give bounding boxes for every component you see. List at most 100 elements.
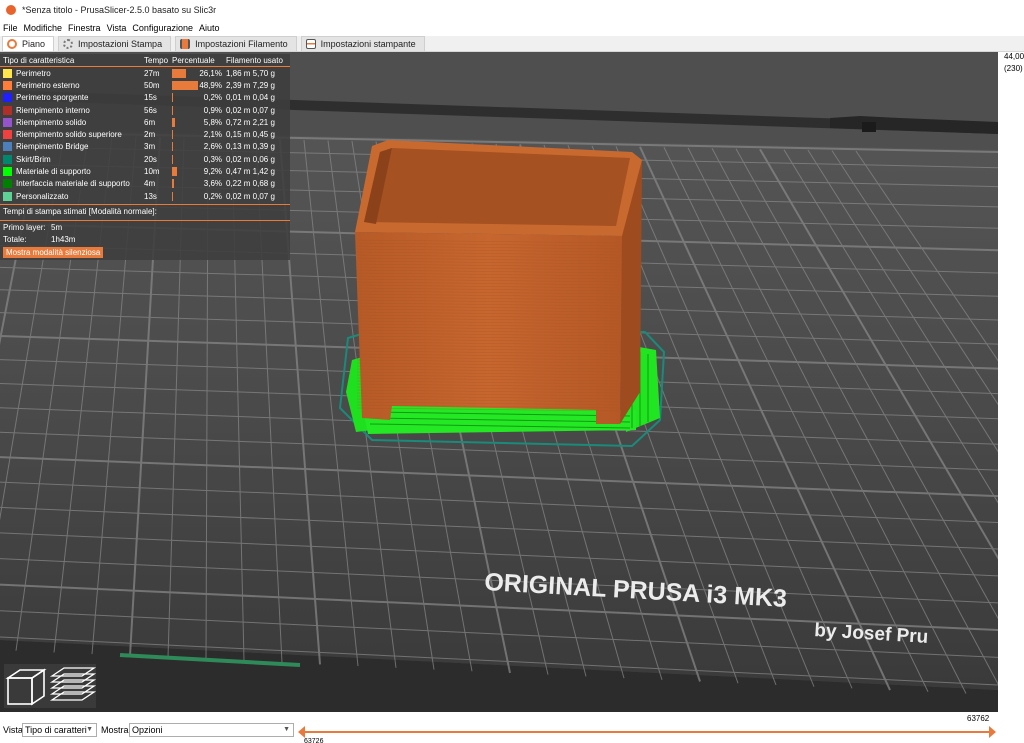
legend-percent-bar <box>172 130 173 140</box>
legend-header-type: Tipo di caratteristica <box>3 55 75 65</box>
legend-percent-bar <box>172 179 174 189</box>
slider-max-value: 63762 <box>967 714 990 723</box>
plater-icon <box>7 39 17 49</box>
feature-type-legend: Tipo di caratteristica Tempo Percentuale… <box>0 54 290 260</box>
tab-print-settings[interactable]: Impostazioni Stampa <box>58 36 172 51</box>
legend-row-percent-cell: 0,9% <box>172 105 224 115</box>
first-layer-time: Primo layer: 5m <box>0 221 290 233</box>
legend-row-time: 56s <box>144 105 157 115</box>
view-label: Vista <box>3 725 23 735</box>
legend-percent-bar-track <box>172 93 198 103</box>
tab-filament-settings-label: Impostazioni Filamento <box>195 39 288 49</box>
legend-row-label: Perimetro sporgente <box>16 93 89 103</box>
legend-row-label: Personalizzato <box>16 191 69 201</box>
legend-percent-bar-track <box>172 105 198 115</box>
legend-percent-bar <box>172 93 173 103</box>
show-label: Mostra <box>101 725 129 735</box>
menu-configuration[interactable]: Configurazione <box>132 23 193 33</box>
legend-row[interactable]: Interfaccia materiale di supporto 4m 3,6% 0… <box>0 178 290 190</box>
legend-row[interactable]: Skirt/Brim 20s 0,3% 0,02 m 0,06 g <box>0 153 290 165</box>
show-silent-mode-button[interactable]: Mostra modalità silenziosa <box>3 247 104 259</box>
move-slider-upper-thumb[interactable] <box>989 726 996 738</box>
menu-bar: File Modifiche Finestra Vista Configuraz… <box>0 20 1024 36</box>
legend-row-filament: 0,22 m 0,68 g <box>226 179 275 189</box>
legend-row-percent-cell: 0,2% <box>172 191 224 201</box>
legend-color-swatch <box>3 80 12 90</box>
legend-percent-bar <box>172 142 173 152</box>
menu-help[interactable]: Aiuto <box>199 23 220 33</box>
legend-row-time: 4m <box>144 179 156 189</box>
legend-row-type: Interfaccia materiale di supporto <box>0 179 144 189</box>
menu-window[interactable]: Finestra <box>68 23 101 33</box>
layer-slider-panel[interactable]: 44,00 (230) <box>998 52 1024 712</box>
menu-view[interactable]: Vista <box>107 23 127 33</box>
legend-row-percent-cell: 48,9% <box>172 80 224 90</box>
window-title: *Senza titolo - PrusaSlicer-2.5.0 basato… <box>22 5 217 15</box>
legend-row-label: Riempimento interno <box>16 105 90 115</box>
legend-header-percent: Percentuale <box>172 55 215 65</box>
legend-row[interactable]: Riempimento interno 56s 0,9% 0,02 m 0,07 g <box>0 104 290 116</box>
move-slider-track[interactable] <box>303 731 993 733</box>
layer-height-value: 44,00 <box>1004 52 1024 61</box>
legend-row-type: Riempimento interno <box>0 105 144 115</box>
bottom-toolbar: Vista Tipo di caratteri ▼ Mostra Opzioni… <box>0 712 1024 743</box>
legend-row-filament: 0,02 m 0,07 g <box>226 191 275 201</box>
legend-percent-bar-track <box>172 68 198 78</box>
legend-row-percent: 0,2% <box>203 93 222 103</box>
legend-row-percent-cell: 5,8% <box>172 117 224 127</box>
legend-row-percent: 0,3% <box>203 154 222 164</box>
legend-color-swatch <box>3 117 12 127</box>
tab-filament-settings[interactable]: Impostazioni Filamento <box>175 36 297 51</box>
menu-edit[interactable]: Modifiche <box>24 23 63 33</box>
legend-row-time: 20s <box>144 154 157 164</box>
legend-row-time: 2m <box>144 130 156 140</box>
legend-row-time: 13s <box>144 191 157 201</box>
legend-row[interactable]: Perimetro sporgente 15s 0,2% 0,01 m 0,04 g <box>0 92 290 104</box>
legend-row-type: Perimetro <box>0 68 144 78</box>
legend-row-percent-cell: 3,6% <box>172 179 224 189</box>
tab-plater[interactable]: Piano <box>2 36 55 51</box>
legend-row[interactable]: Personalizzato 13s 0,2% 0,02 m 0,07 g <box>0 190 290 202</box>
legend-row-percent-cell: 26,1% <box>172 68 224 78</box>
print-settings-gear-icon <box>63 39 74 49</box>
estimated-time-title: Tempi di stampa stimati [Modalità normal… <box>0 204 290 218</box>
legend-row[interactable]: Riempimento solido superiore 2m 2,1% 0,15 m… <box>0 128 290 140</box>
legend-row-percent: 2,6% <box>203 142 222 152</box>
legend-row[interactable]: Riempimento Bridge 3m 2,6% 0,13 m 0,39 g <box>0 141 290 153</box>
legend-row[interactable]: Perimetro 27m 26,1% 1,86 m 5,70 g <box>0 67 290 79</box>
legend-percent-bar <box>172 80 198 90</box>
move-slider-lower-thumb[interactable] <box>298 726 305 738</box>
legend-row-time: 6m <box>144 117 156 127</box>
total-value: 1h43m <box>51 234 76 244</box>
view-type-select[interactable]: Tipo di caratteri ▼ <box>22 723 97 737</box>
legend-row-filament: 0,02 m 0,07 g <box>226 105 275 115</box>
legend-row-filament: 0,47 m 1,42 g <box>226 167 275 177</box>
legend-row[interactable]: Riempimento solido 6m 5,8% 0,72 m 2,21 g <box>0 116 290 128</box>
3d-view-icon[interactable] <box>5 668 47 706</box>
legend-row[interactable]: Materiale di supporto 10m 9,2% 0,47 m 1,42 … <box>0 165 290 177</box>
legend-row-time: 50m <box>144 80 160 90</box>
printer-settings-icon <box>305 39 316 49</box>
legend-percent-bar-track <box>172 142 198 152</box>
legend-row-type: Riempimento Bridge <box>0 142 144 152</box>
legend-percent-bar-track <box>172 191 198 201</box>
legend-row-percent: 3,6% <box>203 179 222 189</box>
legend-row-type: Perimetro sporgente <box>0 93 144 103</box>
legend-percent-bar-track <box>172 167 198 177</box>
layers-view-icon[interactable] <box>49 667 97 701</box>
menu-file[interactable]: File <box>3 23 18 33</box>
layer-number-value: (230) <box>1004 64 1023 73</box>
options-select[interactable]: Opzioni ▼ <box>129 723 294 737</box>
sliced-object <box>355 140 642 424</box>
chevron-down-icon: ▼ <box>283 726 290 733</box>
legend-row-percent: 2,1% <box>203 130 222 140</box>
legend-row-type: Riempimento solido superiore <box>0 130 144 140</box>
tab-printer-settings[interactable]: Impostazioni stampante <box>300 36 425 51</box>
filament-spool-icon <box>180 39 191 49</box>
legend-color-swatch <box>3 154 12 164</box>
legend-row-label: Perimetro <box>16 68 51 78</box>
legend-row[interactable]: Perimetro esterno 50m 48,9% 2,39 m 7,29 g <box>0 79 290 91</box>
legend-row-time: 15s <box>144 93 157 103</box>
legend-row-filament: 2,39 m 7,29 g <box>226 80 275 90</box>
prusaslicer-app-icon <box>6 5 16 15</box>
